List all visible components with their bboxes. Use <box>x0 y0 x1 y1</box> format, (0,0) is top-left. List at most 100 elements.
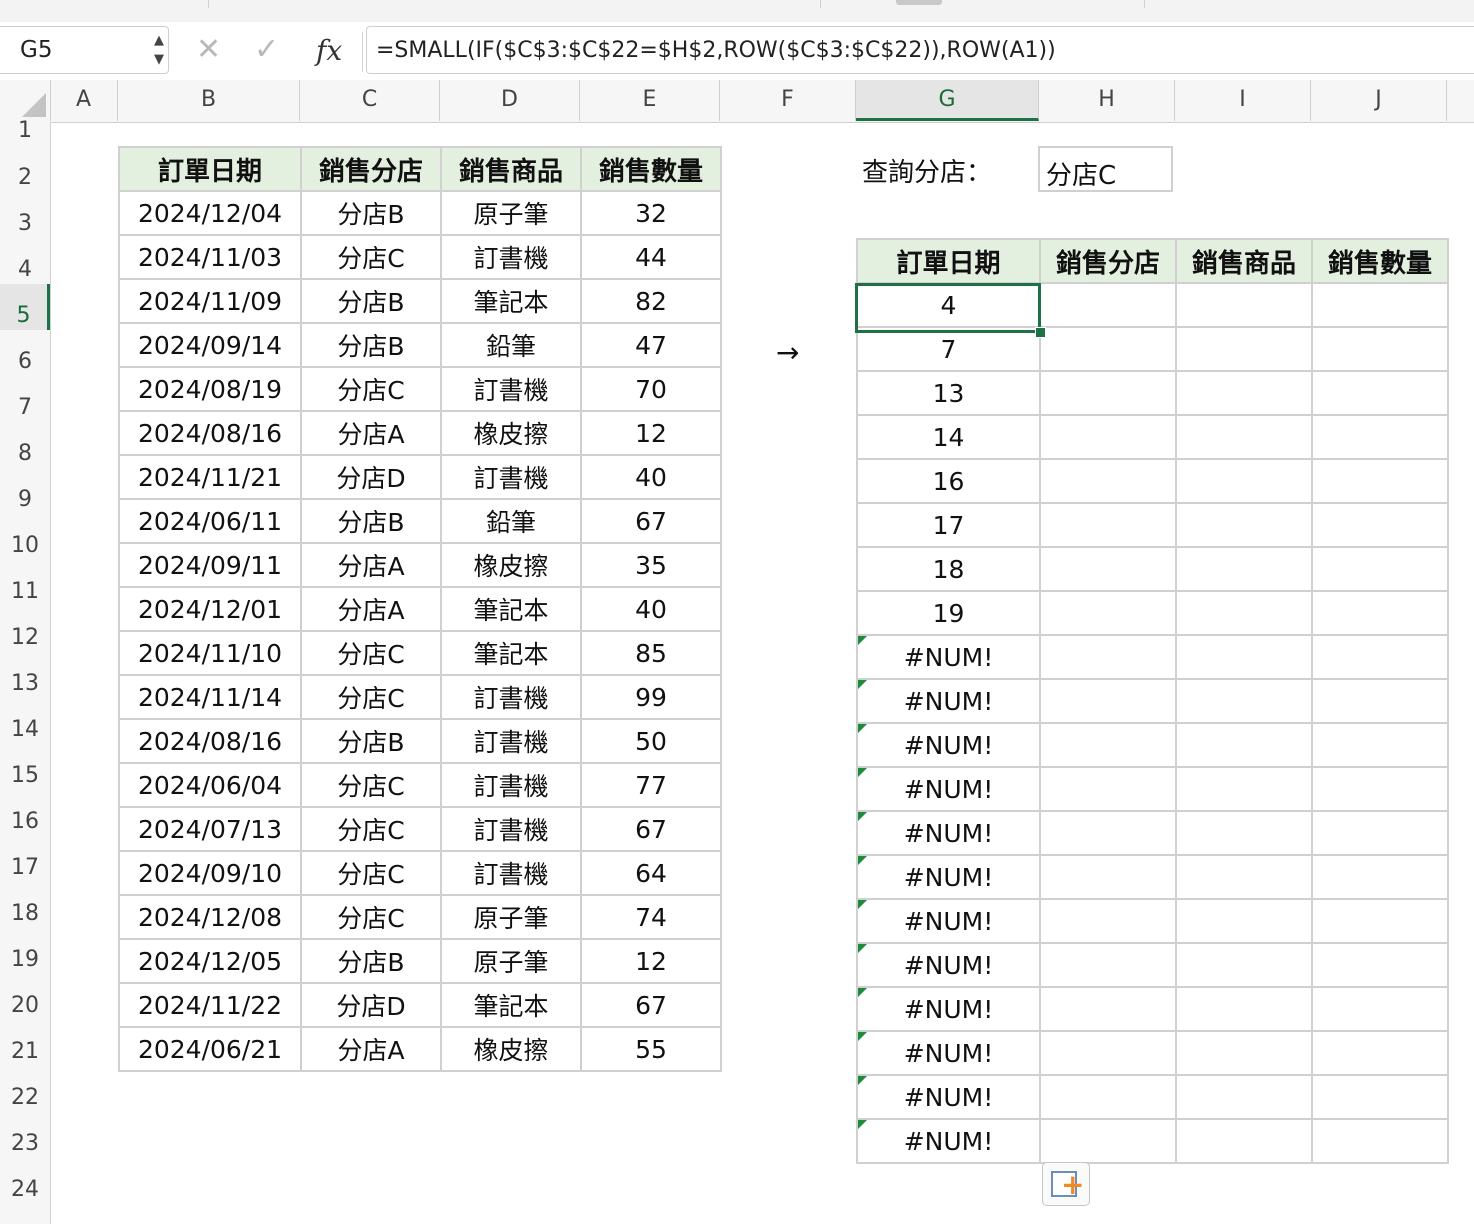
source-cell[interactable]: 分店B <box>300 498 442 544</box>
empty-cell[interactable] <box>1039 546 1177 592</box>
column-header-d[interactable]: D <box>440 80 580 121</box>
source-cell[interactable]: 32 <box>580 190 722 236</box>
source-cell[interactable]: 分店D <box>300 454 442 500</box>
source-cell[interactable]: 2024/12/05 <box>118 938 302 984</box>
result-row-number-cell[interactable]: 13 <box>856 370 1041 416</box>
source-cell[interactable]: 筆記本 <box>440 586 582 632</box>
empty-cell[interactable] <box>1039 854 1177 900</box>
empty-cell[interactable] <box>1039 986 1177 1032</box>
source-cell[interactable]: 2024/09/10 <box>118 850 302 896</box>
row-header-16[interactable]: 16 <box>0 790 50 836</box>
source-cell[interactable]: 原子筆 <box>440 894 582 940</box>
select-all-icon[interactable] <box>22 93 46 117</box>
result-row-number-cell[interactable]: #NUM! <box>856 810 1041 856</box>
source-cell[interactable]: 訂書機 <box>440 234 582 280</box>
paste-options-button[interactable]: + <box>1042 1162 1090 1206</box>
source-cell[interactable]: 筆記本 <box>440 982 582 1028</box>
empty-cell[interactable] <box>1311 722 1449 768</box>
column-header-b[interactable]: B <box>118 80 300 121</box>
error-indicator-icon[interactable] <box>859 681 867 689</box>
source-cell[interactable]: 分店B <box>300 278 442 324</box>
empty-cell[interactable] <box>1039 414 1177 460</box>
empty-cell[interactable] <box>1311 854 1449 900</box>
empty-cell[interactable] <box>1175 942 1313 988</box>
empty-cell[interactable] <box>1175 1118 1313 1164</box>
empty-cell[interactable] <box>1039 590 1177 636</box>
source-cell[interactable]: 2024/11/22 <box>118 982 302 1028</box>
column-header-c[interactable]: C <box>300 80 440 121</box>
source-cell[interactable]: 原子筆 <box>440 190 582 236</box>
source-cell[interactable]: 2024/08/16 <box>118 718 302 764</box>
empty-cell[interactable] <box>1039 326 1177 372</box>
source-cell[interactable]: 分店C <box>300 762 442 808</box>
source-cell[interactable]: 64 <box>580 850 722 896</box>
source-cell[interactable]: 鉛筆 <box>440 498 582 544</box>
source-cell[interactable]: 2024/11/14 <box>118 674 302 720</box>
row-header-9[interactable]: 9 <box>0 468 50 514</box>
source-cell[interactable]: 分店C <box>300 630 442 676</box>
result-header-cell[interactable]: 訂單日期 <box>856 238 1041 284</box>
source-cell[interactable]: 74 <box>580 894 722 940</box>
result-header-cell[interactable]: 銷售數量 <box>1311 238 1449 284</box>
empty-cell[interactable] <box>1039 722 1177 768</box>
source-cell[interactable]: 85 <box>580 630 722 676</box>
empty-cell[interactable] <box>1311 810 1449 856</box>
empty-cell[interactable] <box>1175 458 1313 504</box>
name-box-down-icon[interactable]: ▼ <box>154 52 164 67</box>
source-cell[interactable]: 2024/12/08 <box>118 894 302 940</box>
empty-cell[interactable] <box>1039 898 1177 944</box>
empty-cell[interactable] <box>1039 1118 1177 1164</box>
source-cell[interactable]: 2024/06/21 <box>118 1026 302 1072</box>
source-cell[interactable]: 55 <box>580 1026 722 1072</box>
empty-cell[interactable] <box>1175 370 1313 416</box>
source-cell[interactable]: 47 <box>580 322 722 368</box>
empty-cell[interactable] <box>1311 590 1449 636</box>
source-header-cell[interactable]: 銷售商品 <box>440 146 582 192</box>
empty-cell[interactable] <box>1039 634 1177 680</box>
empty-cell[interactable] <box>1311 326 1449 372</box>
error-indicator-icon[interactable] <box>859 725 867 733</box>
source-cell[interactable]: 99 <box>580 674 722 720</box>
empty-cell[interactable] <box>1311 634 1449 680</box>
source-cell[interactable]: 橡皮擦 <box>440 410 582 456</box>
result-row-number-cell[interactable]: 17 <box>856 502 1041 548</box>
source-cell[interactable]: 分店A <box>300 586 442 632</box>
error-indicator-icon[interactable] <box>859 989 867 997</box>
empty-cell[interactable] <box>1175 1030 1313 1076</box>
empty-cell[interactable] <box>1039 502 1177 548</box>
row-header-6[interactable]: 6 <box>0 330 50 376</box>
source-cell[interactable]: 分店B <box>300 322 442 368</box>
select-all-corner[interactable] <box>0 80 51 121</box>
row-header-2[interactable]: 2 <box>0 146 50 192</box>
row-header-17[interactable]: 17 <box>0 836 50 882</box>
empty-cell[interactable] <box>1175 414 1313 460</box>
result-row-number-cell[interactable]: 7 <box>856 326 1041 372</box>
row-header-18[interactable]: 18 <box>0 882 50 928</box>
source-cell[interactable]: 分店A <box>300 1026 442 1072</box>
empty-cell[interactable] <box>1311 414 1449 460</box>
source-cell[interactable]: 訂書機 <box>440 850 582 896</box>
source-cell[interactable]: 分店D <box>300 982 442 1028</box>
error-indicator-icon[interactable] <box>859 813 867 821</box>
error-indicator-icon[interactable] <box>859 769 867 777</box>
source-cell[interactable]: 訂書機 <box>440 674 582 720</box>
source-cell[interactable]: 訂書機 <box>440 718 582 764</box>
empty-cell[interactable] <box>1175 502 1313 548</box>
empty-cell[interactable] <box>1039 942 1177 988</box>
error-indicator-icon[interactable] <box>859 1121 867 1129</box>
result-header-cell[interactable]: 銷售分店 <box>1039 238 1177 284</box>
row-header-23[interactable]: 23 <box>0 1112 50 1158</box>
empty-cell[interactable] <box>1039 282 1177 328</box>
source-cell[interactable]: 12 <box>580 410 722 456</box>
result-row-number-cell[interactable]: #NUM! <box>856 986 1041 1032</box>
source-cell[interactable]: 12 <box>580 938 722 984</box>
row-header-10[interactable]: 10 <box>0 514 50 560</box>
empty-cell[interactable] <box>1175 678 1313 724</box>
result-row-number-cell[interactable]: #NUM! <box>856 634 1041 680</box>
source-cell[interactable]: 分店B <box>300 718 442 764</box>
result-header-cell[interactable]: 銷售商品 <box>1175 238 1313 284</box>
source-cell[interactable]: 筆記本 <box>440 630 582 676</box>
error-indicator-icon[interactable] <box>859 901 867 909</box>
empty-cell[interactable] <box>1311 766 1449 812</box>
source-cell[interactable]: 分店A <box>300 542 442 588</box>
